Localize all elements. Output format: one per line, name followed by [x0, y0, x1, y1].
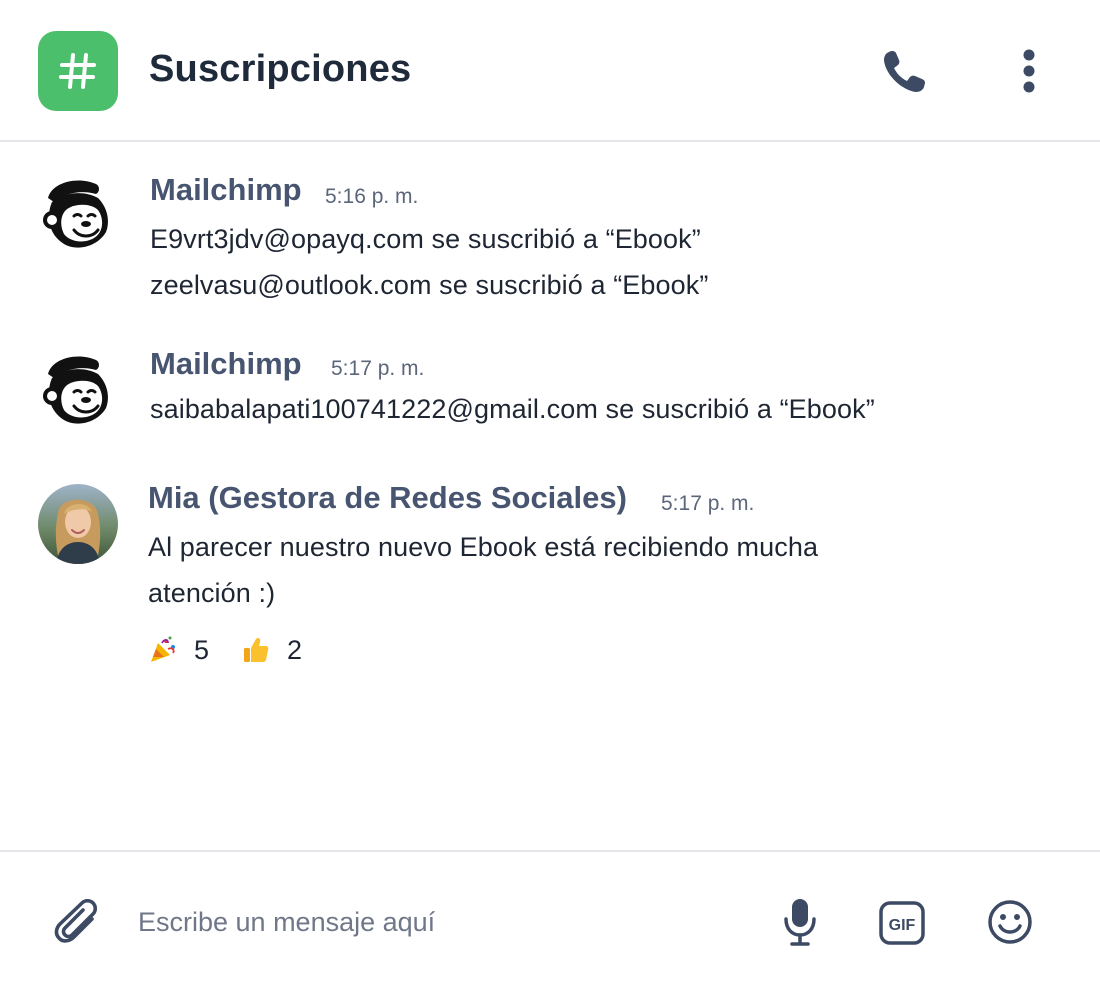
message-timestamp: 5:17 p. m.	[661, 492, 755, 515]
microphone-icon	[784, 899, 816, 946]
more-options-button[interactable]	[1014, 48, 1044, 96]
mailchimp-logo[interactable]	[38, 172, 118, 252]
message-text-line: saibabalapati100741222@gmail.com se susc…	[150, 394, 875, 424]
svg-text:GIF: GIF	[889, 917, 916, 934]
gif-button[interactable]: GIF	[878, 900, 926, 946]
call-button[interactable]	[880, 48, 930, 96]
composer-divider	[0, 850, 1100, 852]
party-popper-icon	[151, 636, 175, 662]
reaction-count: 2	[287, 634, 303, 665]
channel-title: Suscripciones	[149, 48, 412, 90]
phone-icon	[884, 51, 925, 92]
message-author[interactable]: Mailchimp	[150, 346, 302, 382]
message-author[interactable]: Mailchimp	[150, 172, 302, 208]
gif-icon: GIF	[879, 901, 925, 945]
kebab-menu-icon	[1023, 49, 1035, 93]
paperclip-icon	[54, 898, 98, 943]
channel-header: Suscripciones	[0, 0, 1100, 142]
message-author[interactable]: Mia (Gestora de Redes Sociales)	[148, 480, 627, 516]
user-avatar[interactable]	[38, 484, 118, 564]
hash-icon	[38, 31, 118, 111]
voice-message-button[interactable]	[780, 897, 820, 947]
attach-button[interactable]	[52, 897, 106, 951]
smiley-icon	[988, 900, 1032, 944]
mailchimp-logo[interactable]	[38, 348, 118, 428]
message-text-line: zeelvasu@outlook.com se suscribió a “Ebo…	[150, 270, 709, 300]
header-divider	[0, 140, 1100, 142]
thumbs-up-icon	[244, 638, 269, 662]
message-text-line: E9vrt3jdv@opayq.com se suscribió a “Eboo…	[150, 224, 701, 254]
message-input[interactable]	[138, 900, 738, 944]
reaction-thumbs-up[interactable]: 2	[241, 632, 302, 668]
message-timestamp: 5:17 p. m.	[331, 357, 425, 380]
message-timestamp: 5:16 p. m.	[325, 185, 419, 208]
reaction-count: 5	[194, 634, 210, 665]
chat-window: Suscripciones Mailchimp 5:16 p. m. E9vrt…	[0, 0, 1100, 992]
reaction-party[interactable]: 5	[148, 632, 209, 668]
emoji-picker-button[interactable]	[986, 898, 1034, 946]
message-text-line: Al parecer nuestro nuevo Ebook está reci…	[148, 532, 819, 562]
message-text-line: atención :)	[148, 578, 276, 608]
user-photo	[38, 484, 118, 564]
